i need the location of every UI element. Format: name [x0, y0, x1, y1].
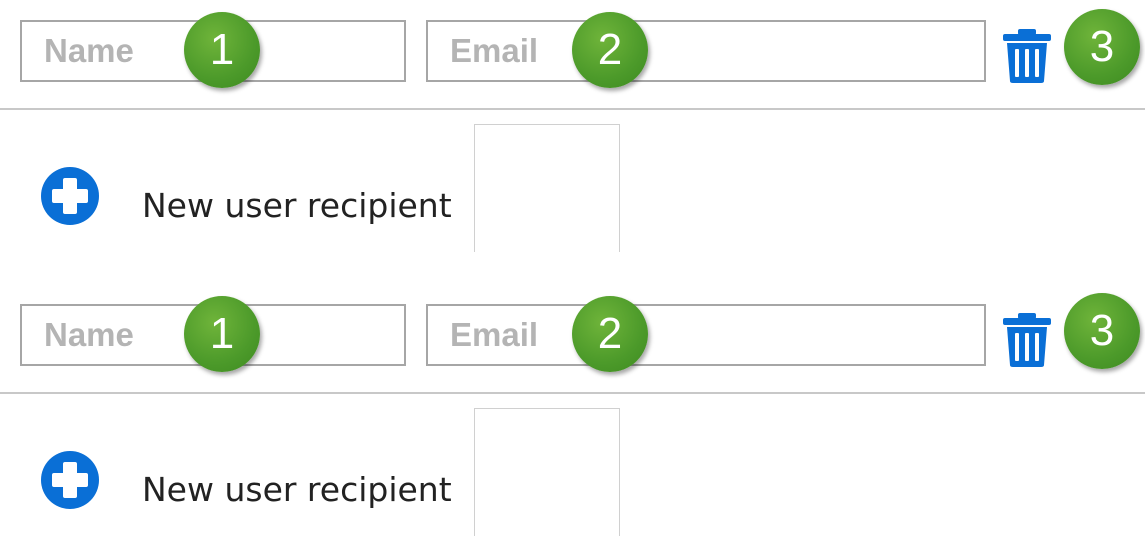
new-user-recipient-label: New user recipient — [142, 470, 452, 509]
trash-icon[interactable] — [1000, 28, 1054, 84]
email-field[interactable] — [426, 304, 986, 366]
callout-badge-1: 1 — [184, 12, 260, 88]
plus-circle-icon — [41, 167, 99, 225]
outline-box — [474, 408, 620, 536]
callout-badge-1: 1 — [184, 296, 260, 372]
plus-circle-icon — [41, 451, 99, 509]
callout-badge-2: 2 — [572, 12, 648, 88]
callout-badge-3: 3 — [1064, 293, 1140, 369]
outline-box — [474, 124, 620, 252]
divider — [0, 392, 1145, 394]
new-user-recipient-label: New user recipient — [142, 186, 452, 225]
new-user-recipient-button[interactable]: New user recipient — [40, 450, 452, 510]
email-field[interactable] — [426, 20, 986, 82]
callout-badge-3: 3 — [1064, 9, 1140, 85]
new-user-recipient-button[interactable]: New user recipient — [40, 166, 452, 226]
email-input[interactable] — [428, 306, 984, 364]
divider — [0, 108, 1145, 110]
callout-badge-2: 2 — [572, 296, 648, 372]
trash-icon[interactable] — [1000, 312, 1054, 368]
email-input[interactable] — [428, 22, 984, 80]
